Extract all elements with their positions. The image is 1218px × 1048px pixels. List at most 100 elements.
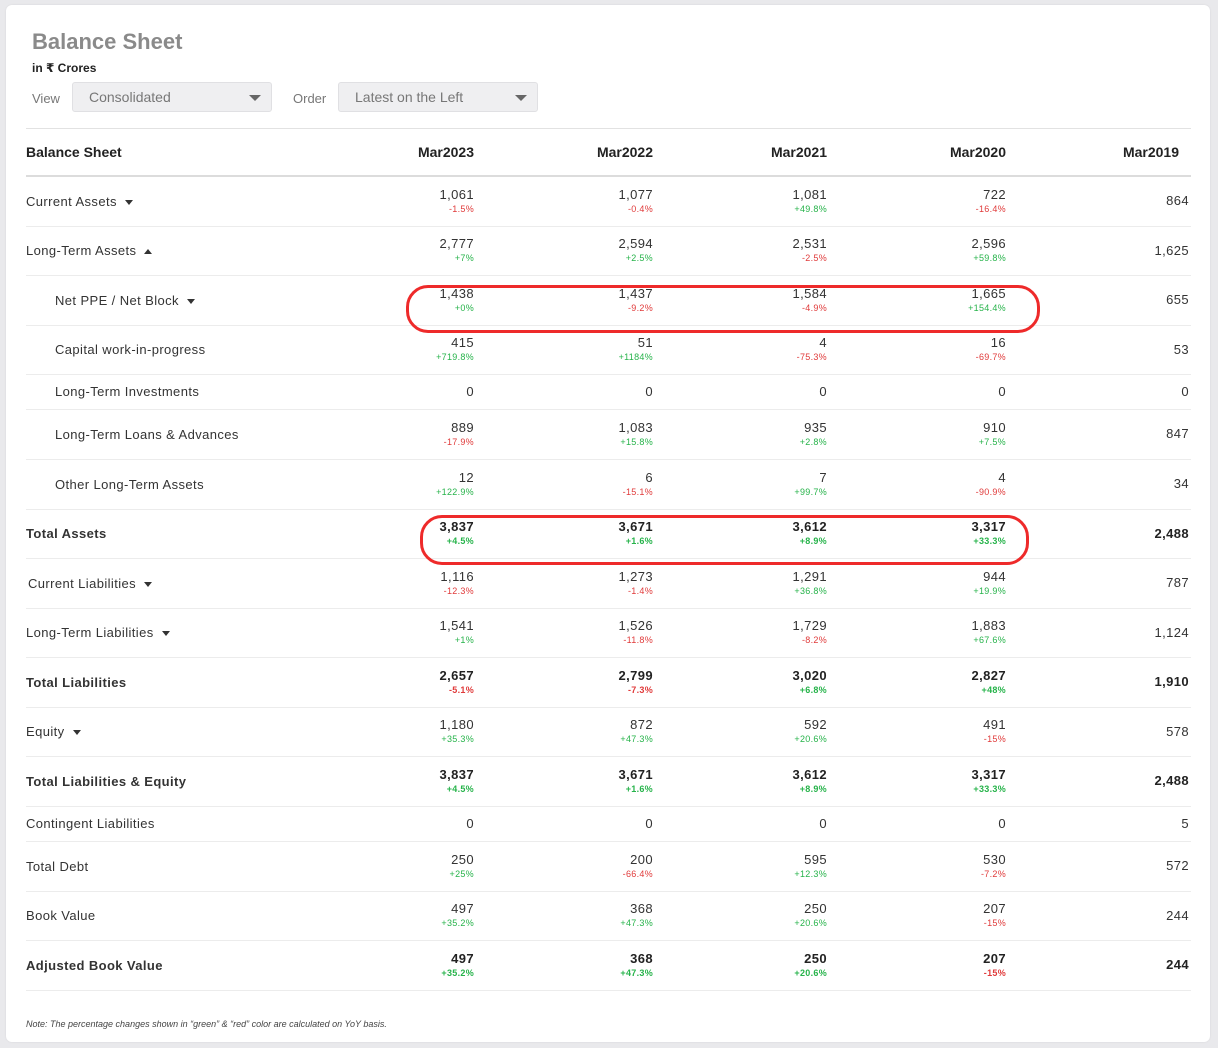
value-cell: 910 +7.5% — [831, 409, 1010, 460]
yoy-change: -11.8% — [623, 635, 653, 645]
cell-value: 2,657 — [439, 667, 474, 683]
value-cell: 1,729 -8.2% — [657, 608, 831, 658]
value-cell: 864 — [1010, 176, 1191, 227]
row-label: Adjusted Book Value — [26, 940, 298, 991]
value-cell: 1,883 +67.6% — [831, 608, 1010, 658]
cell-value: 16 — [990, 335, 1006, 350]
table-header-row: Balance Sheet Mar2023 Mar2022 Mar2021 Ma… — [26, 128, 1191, 177]
row-label: Book Value — [26, 891, 298, 941]
table-row: Contingent Liabilities 0 0 0 0 5 — [26, 806, 1191, 842]
value-cell: 1,180 +35.3% — [298, 707, 478, 757]
chevron-down-icon — [249, 95, 261, 101]
row-label[interactable]: Long-Term Liabilities — [26, 608, 298, 658]
cell-value: 3,671 — [618, 766, 653, 782]
yoy-change: +35.2% — [441, 918, 474, 928]
cell-value: 1,124 — [1154, 624, 1189, 640]
yoy-change: +20.6% — [794, 918, 827, 928]
cell-value: 864 — [1166, 193, 1189, 209]
value-cell: 2,594 +2.5% — [478, 226, 657, 276]
value-cell: 244 — [1010, 940, 1191, 991]
value-cell: 0 — [831, 374, 1010, 410]
view-select-value: Consolidated — [89, 89, 171, 105]
value-cell: 847 — [1010, 409, 1191, 460]
row-label[interactable]: Long-Term Assets — [26, 226, 298, 276]
cell-value: 2,531 — [792, 236, 827, 251]
value-cell: 250 +25% — [298, 841, 478, 892]
caret-down-icon[interactable] — [186, 298, 195, 304]
table-row: Long-Term Investments 0 0 0 0 0 — [26, 374, 1191, 410]
caret-down-icon[interactable] — [161, 631, 170, 637]
yoy-change: -12.3% — [443, 585, 474, 596]
value-cell: 530 -7.2% — [831, 841, 1010, 892]
yoy-change: +33.3% — [973, 783, 1006, 794]
yoy-change: -75.3% — [796, 352, 827, 362]
table-row[interactable]: Long-Term Liabilities 1,541 +1% 1,526 -11.8%… — [26, 608, 1191, 658]
cell-value: 34 — [1173, 476, 1189, 491]
yoy-change: +48% — [981, 684, 1006, 695]
caret-down-icon[interactable] — [124, 199, 133, 205]
cell-value: 578 — [1166, 723, 1189, 739]
caret-up-icon[interactable] — [144, 249, 153, 255]
yoy-change: +2.8% — [799, 436, 827, 447]
table-row[interactable]: Equity 1,180 +35.3% 872 +47.3% 592 +20.6% 491 -1… — [26, 707, 1191, 757]
yoy-change: +47.3% — [620, 918, 653, 928]
value-cell: 889 -17.9% — [298, 409, 478, 460]
value-cell: 3,317 +33.3% — [831, 756, 1010, 807]
caret-down-icon[interactable] — [72, 730, 81, 736]
value-cell: 578 — [1010, 707, 1191, 757]
column-header: Mar2023 — [298, 128, 478, 177]
table-row[interactable]: Long-Term Assets 2,777 +7% 2,594 +2.5% 2,531 -… — [26, 226, 1191, 276]
yoy-change: +1184% — [618, 352, 653, 362]
highlight-net-ppe — [406, 285, 1040, 333]
value-cell: 4 -90.9% — [831, 459, 1010, 510]
cell-value: 2,827 — [971, 667, 1006, 683]
value-cell: 1,273 -1.4% — [478, 558, 657, 609]
cell-value: 1,625 — [1154, 242, 1189, 258]
value-cell: 53 — [1010, 325, 1191, 375]
value-cell: 3,837 +4.5% — [298, 756, 478, 807]
cell-value: 207 — [983, 950, 1006, 966]
value-cell: 1,124 — [1010, 608, 1191, 658]
cell-value: 1,081 — [792, 186, 827, 202]
yoy-change: +35.2% — [441, 967, 474, 978]
table-row: Total Debt 250 +25% 200 -66.4% 595 +12.3% 530 -7… — [26, 841, 1191, 892]
table-row[interactable]: Current Assets 1,061 -1.5% 1,077 -0.4% 1,081 +… — [26, 176, 1191, 227]
value-cell: 2,531 -2.5% — [657, 226, 831, 276]
row-label[interactable]: Current Assets — [26, 176, 298, 227]
yoy-change: +15.8% — [620, 436, 653, 447]
value-cell: 572 — [1010, 841, 1191, 892]
row-label[interactable]: Equity — [26, 707, 298, 757]
row-label: Long-Term Investments — [26, 374, 298, 410]
yoy-change: +19.9% — [973, 585, 1006, 596]
value-cell: 3,671 +1.6% — [478, 756, 657, 807]
caret-down-icon[interactable] — [144, 581, 153, 587]
table-row: Total Liabilities 2,657 -5.1% 2,799 -7.3% 3,0… — [26, 657, 1191, 708]
value-cell: 5 — [1010, 806, 1191, 842]
order-select[interactable]: Latest on the Left — [338, 82, 538, 112]
cell-value: 7 — [819, 469, 827, 485]
value-cell: 2,827 +48% — [831, 657, 1010, 708]
value-cell: 0 — [298, 806, 478, 842]
yoy-change: +36.8% — [794, 585, 827, 596]
cell-value: 4 — [998, 469, 1006, 485]
cell-value: 200 — [630, 851, 653, 867]
value-cell: 0 — [657, 806, 831, 842]
cell-value: 497 — [451, 901, 474, 916]
yoy-change: -1.5% — [448, 203, 474, 214]
cell-value: 497 — [451, 950, 474, 966]
cell-value: 0 — [466, 383, 474, 399]
row-label-text: Current Assets — [26, 193, 117, 209]
cell-value: 1,729 — [792, 618, 827, 633]
cell-value: 6 — [645, 469, 653, 485]
view-select[interactable]: Consolidated — [72, 82, 272, 112]
row-label[interactable]: Net PPE / Net Block — [26, 275, 298, 326]
value-cell: 34 — [1010, 459, 1191, 510]
yoy-change: -90.9% — [975, 486, 1006, 497]
row-label-text: Total Debt — [26, 858, 89, 874]
value-cell: 491 -15% — [831, 707, 1010, 757]
value-cell: 1,526 -11.8% — [478, 608, 657, 658]
row-label-text: Total Liabilities & Equity — [26, 773, 187, 789]
row-label[interactable]: Current Liabilities — [26, 558, 298, 609]
table-row[interactable]: Current Liabilities 1,116 -12.3% 1,273 -1.4%… — [26, 558, 1191, 609]
cell-value: 1,541 — [439, 618, 474, 633]
